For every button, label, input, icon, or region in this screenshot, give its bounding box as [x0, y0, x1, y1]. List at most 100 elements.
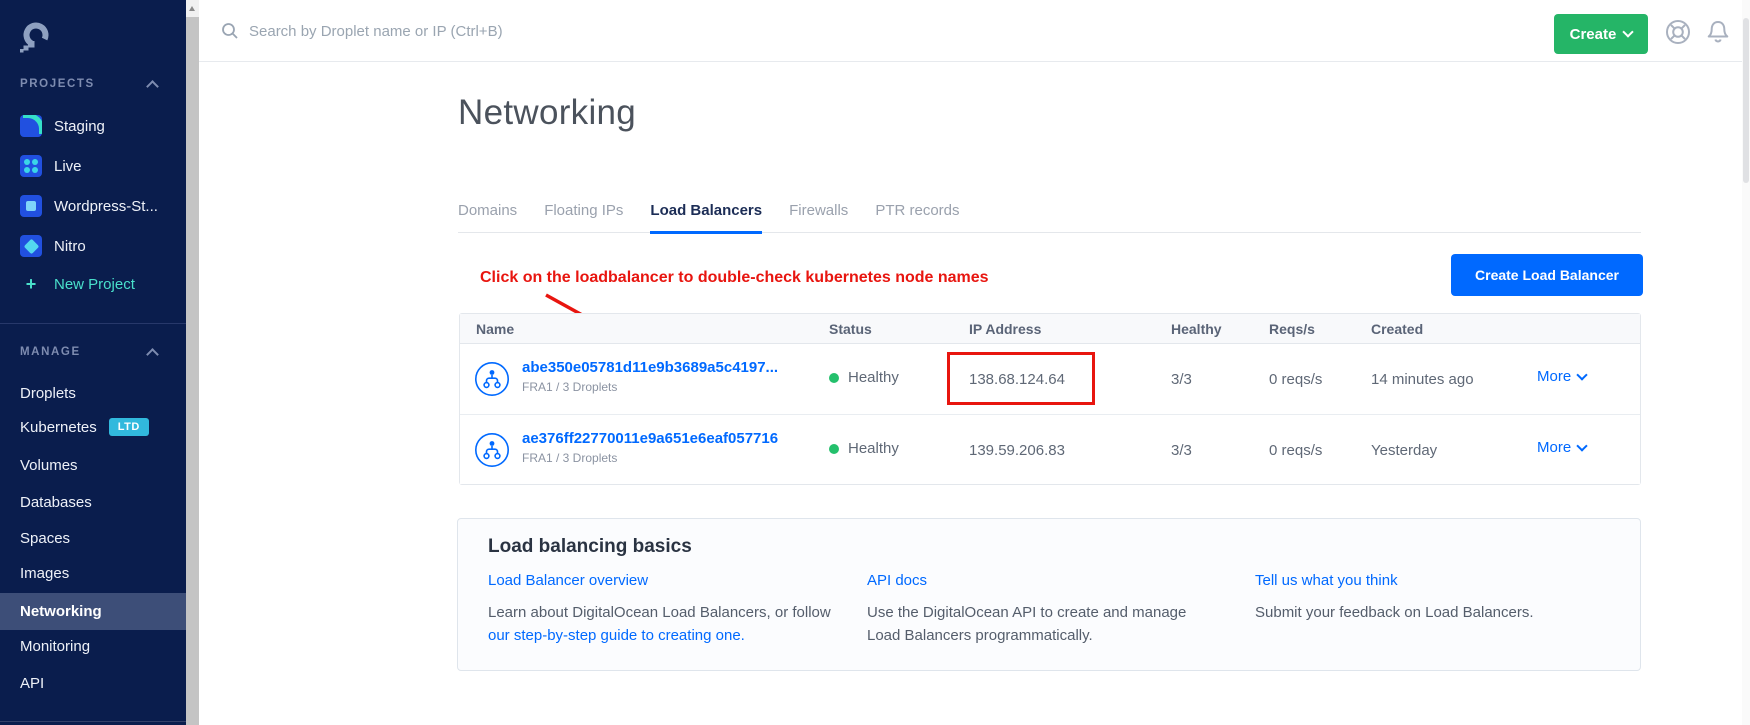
- sidebar-item-project-staging[interactable]: Staging: [20, 114, 105, 138]
- table-row: abe350e05781d11e9b3689a5c4197... FRA1 / …: [460, 344, 1640, 414]
- projects-collapse-chevron-up-icon[interactable]: [146, 80, 159, 93]
- col-header-healthy: Healthy: [1171, 321, 1222, 337]
- sidebar-divider: [0, 323, 186, 324]
- scrollbar-up-arrow-icon[interactable]: [186, 0, 199, 17]
- tab-firewalls[interactable]: Firewalls: [789, 202, 848, 234]
- create-load-balancer-button[interactable]: Create Load Balancer: [1451, 254, 1643, 296]
- tab-domains[interactable]: Domains: [458, 202, 517, 234]
- search-icon: [221, 22, 239, 40]
- load-balancer-name-link[interactable]: abe350e05781d11e9b3689a5c4197...: [522, 359, 778, 376]
- scrollbar-thumb[interactable]: [186, 17, 199, 725]
- basics-title: Load balancing basics: [488, 536, 692, 558]
- status-cell: Healthy: [829, 369, 899, 386]
- healthy-status-dot: [829, 444, 839, 454]
- healthy-count: 3/3: [1171, 371, 1192, 388]
- page-scrollbar[interactable]: [1742, 0, 1750, 725]
- requests-per-second: 0 reqs/s: [1269, 442, 1322, 459]
- tab-bar: Domains Floating IPs Load Balancers Fire…: [458, 202, 960, 234]
- load-balancers-table: Name Status IP Address Healthy Reqs/s Cr…: [459, 313, 1641, 485]
- sidebar-item-label: Networking: [20, 603, 102, 620]
- basics-text: Use the DigitalOcean API to create and m…: [867, 604, 1186, 621]
- table-row: ae376ff22770011e9a651e6eaf057716 FRA1 / …: [460, 414, 1640, 484]
- more-menu-button[interactable]: More: [1537, 368, 1586, 385]
- project-label: Nitro: [54, 238, 86, 255]
- more-label: More: [1537, 439, 1571, 456]
- project-label: Staging: [54, 118, 105, 135]
- project-live-icon: [20, 155, 42, 177]
- digitalocean-logo-icon[interactable]: [19, 20, 53, 54]
- healthy-count: 3/3: [1171, 442, 1192, 459]
- sidebar-item-droplets[interactable]: Droplets: [20, 381, 76, 405]
- load-balancer-node-icon: [474, 432, 510, 468]
- tab-ptr-records[interactable]: PTR records: [875, 202, 959, 234]
- load-balancer-overview-link[interactable]: Load Balancer overview: [488, 572, 648, 589]
- sidebar-item-project-wordpress[interactable]: Wordpress-St...: [20, 194, 158, 218]
- project-nitro-icon: [20, 235, 42, 257]
- sidebar-item-monitoring[interactable]: Monitoring: [20, 634, 90, 658]
- help-lifebuoy-icon[interactable]: [1663, 17, 1693, 47]
- sidebar-item-label: Spaces: [20, 530, 70, 547]
- sidebar-item-databases[interactable]: Databases: [20, 490, 92, 514]
- sidebar-item-kubernetes[interactable]: Kubernetes LTD: [20, 415, 149, 439]
- manage-section-label: MANAGE: [20, 346, 81, 358]
- api-docs-link[interactable]: API docs: [867, 572, 927, 589]
- projects-section-label: PROJECTS: [20, 78, 95, 90]
- create-button[interactable]: Create: [1554, 14, 1648, 54]
- chevron-down-icon: [1623, 26, 1634, 37]
- basics-text: Submit your feedback on Load Balancers.: [1255, 604, 1534, 621]
- created-time: Yesterday: [1371, 442, 1437, 459]
- sidebar-item-project-nitro[interactable]: Nitro: [20, 234, 86, 258]
- sidebar-item-networking[interactable]: Networking: [20, 599, 102, 623]
- status-text: Healthy: [848, 440, 899, 457]
- top-header-bar: Create: [199, 0, 1750, 62]
- main-content: Networking Domains Floating IPs Load Bal…: [199, 63, 1750, 725]
- sidebar-item-label: Volumes: [20, 457, 78, 474]
- col-header-reqs: Reqs/s: [1269, 321, 1315, 337]
- basics-text: Learn about DigitalOcean Load Balancers,…: [488, 604, 831, 621]
- load-balancing-basics-panel: Load balancing basics Load Balancer over…: [457, 518, 1641, 671]
- status-cell: Healthy: [829, 440, 899, 457]
- sidebar-item-label: Databases: [20, 494, 92, 511]
- project-label: Live: [54, 158, 82, 175]
- col-header-name: Name: [476, 321, 514, 337]
- basics-text: Load Balancers programmatically.: [867, 627, 1093, 644]
- basics-column-feedback: Tell us what you think Submit your feedb…: [1255, 572, 1534, 624]
- annotation-note: Click on the loadbalancer to double-chec…: [480, 269, 989, 287]
- created-time: 14 minutes ago: [1371, 371, 1474, 388]
- sidebar-item-label: Droplets: [20, 385, 76, 402]
- ltd-badge: LTD: [109, 418, 149, 436]
- feedback-link[interactable]: Tell us what you think: [1255, 572, 1398, 589]
- new-project-button[interactable]: + New Project: [20, 272, 135, 296]
- notifications-bell-icon[interactable]: [1703, 17, 1733, 47]
- more-menu-button[interactable]: More: [1537, 439, 1586, 456]
- create-button-label: Create: [1570, 26, 1617, 43]
- search-input[interactable]: [249, 23, 669, 40]
- col-header-status: Status: [829, 321, 872, 337]
- more-label: More: [1537, 368, 1571, 385]
- sidebar-item-volumes[interactable]: Volumes: [20, 453, 78, 477]
- load-balancer-name-link[interactable]: ae376ff22770011e9a651e6eaf057716: [522, 430, 778, 447]
- sidebar-item-label: Kubernetes: [20, 419, 97, 436]
- sidebar-item-images[interactable]: Images: [20, 561, 69, 585]
- sidebar-item-label: API: [20, 675, 44, 692]
- tab-load-balancers[interactable]: Load Balancers: [650, 202, 762, 234]
- table-header-row: Name Status IP Address Healthy Reqs/s Cr…: [460, 314, 1640, 344]
- step-by-step-guide-link[interactable]: our step-by-step guide to creating one.: [488, 627, 745, 644]
- healthy-status-dot: [829, 373, 839, 383]
- sidebar-item-spaces[interactable]: Spaces: [20, 526, 70, 550]
- project-staging-icon: [20, 115, 42, 137]
- sidebar-item-api[interactable]: API: [20, 671, 44, 695]
- project-label: Wordpress-St...: [54, 198, 158, 215]
- tab-floating-ips[interactable]: Floating IPs: [544, 202, 623, 234]
- manage-collapse-chevron-up-icon[interactable]: [146, 348, 159, 361]
- sidebar-item-label: Monitoring: [20, 638, 90, 655]
- load-balancer-location: FRA1 / 3 Droplets: [522, 451, 778, 465]
- status-text: Healthy: [848, 369, 899, 386]
- sidebar-scrollbar[interactable]: [186, 0, 199, 725]
- chevron-down-icon: [1577, 440, 1588, 451]
- plus-icon: +: [20, 274, 42, 295]
- basics-column-api: API docs Use the DigitalOcean API to cre…: [867, 572, 1186, 647]
- scrollbar-thumb[interactable]: [1743, 18, 1749, 183]
- sidebar-item-project-live[interactable]: Live: [20, 154, 82, 178]
- ip-address: 139.59.206.83: [969, 442, 1065, 459]
